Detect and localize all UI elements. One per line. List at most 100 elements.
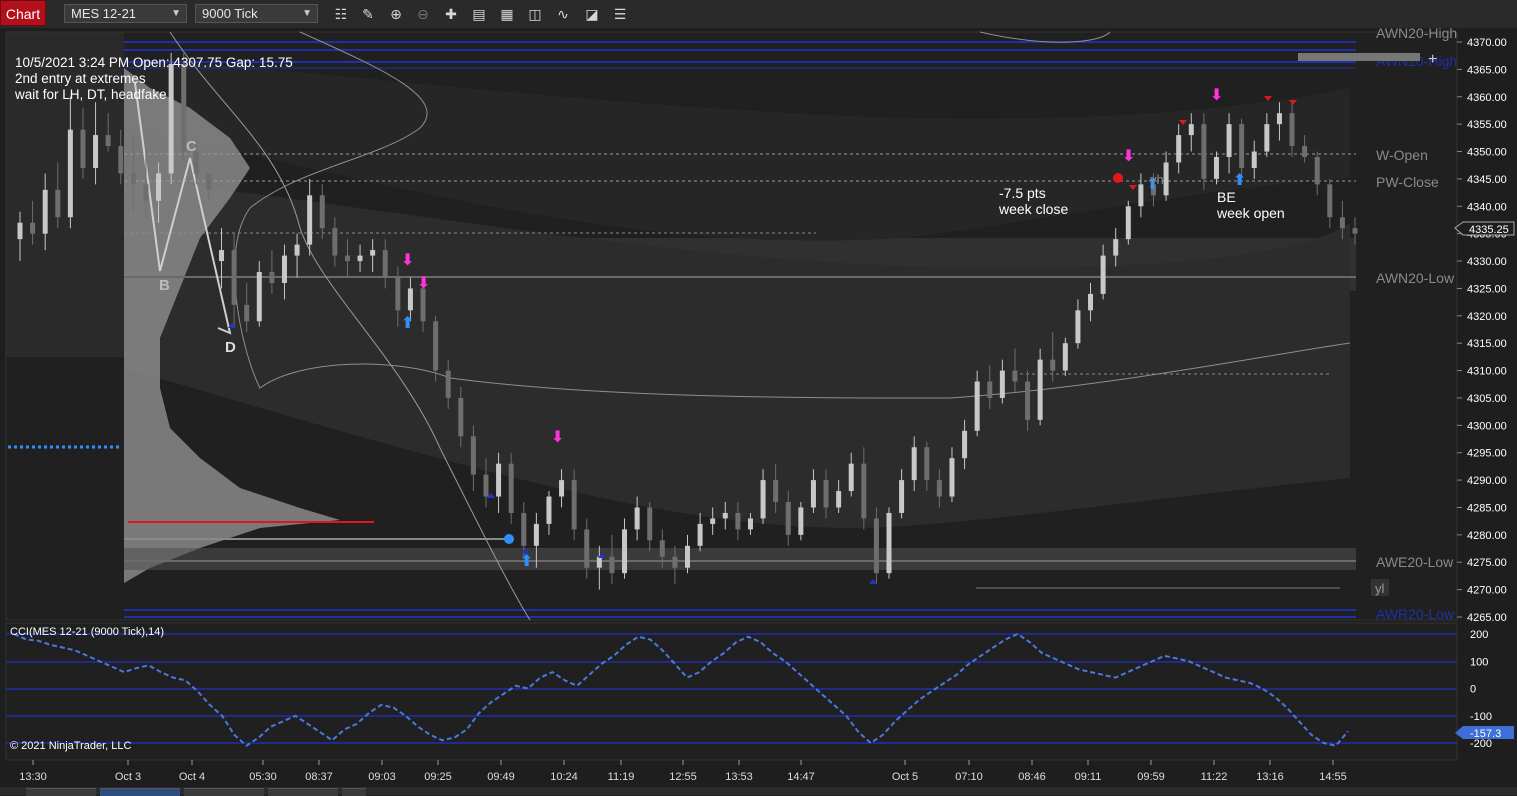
- candle-body: [319, 195, 325, 229]
- annotation-be-1: BE: [1217, 189, 1236, 205]
- price-axis-label: 4280.00: [1467, 530, 1507, 542]
- scroll-box[interactable]: [1298, 53, 1420, 61]
- chevron-down-icon: ▼: [171, 8, 181, 19]
- level-awr20-low: AWR20-Low: [1376, 606, 1455, 622]
- chart-tab[interactable]: Chart: [0, 0, 46, 26]
- interval-selector[interactable]: 9000 Tick ▼: [195, 4, 318, 23]
- chart-trader-icon[interactable]: ◪: [582, 4, 602, 24]
- menu-icon[interactable]: ☰: [610, 4, 630, 24]
- candle-body: [886, 512, 892, 574]
- time-axis-label: 07:10: [955, 771, 983, 783]
- cci-axis-label: -100: [1470, 711, 1492, 723]
- chart-canvas[interactable]: B C D ⬇⬇⬇⬇⬇⬆⬆⬆ ⬆ 10/5/2021 3:24 PM Open: …: [0, 28, 1517, 787]
- time-axis-label: 11:19: [608, 771, 635, 783]
- candle-body: [659, 540, 665, 557]
- crosshair-icon[interactable]: ✚: [441, 4, 461, 24]
- candle-body: [571, 480, 577, 530]
- candle-body: [193, 151, 199, 174]
- cci-current-marker: -157.3: [1470, 728, 1501, 740]
- price-axis-label: 4285.00: [1467, 502, 1507, 514]
- candle-body: [609, 556, 615, 574]
- time-axis-label: 09:59: [1137, 771, 1165, 783]
- candle-body: [1226, 124, 1232, 157]
- candle-body: [143, 184, 149, 201]
- instrument-selector[interactable]: MES 12-21 ▼: [64, 4, 187, 23]
- time-axis-label: Oct 4: [179, 771, 205, 783]
- candle-body: [470, 436, 476, 475]
- candle-body: [1339, 217, 1345, 229]
- candle-body: [67, 129, 73, 218]
- plus-icon[interactable]: +: [1428, 51, 1437, 68]
- time-axis-label: 09:03: [368, 771, 396, 783]
- candle-body: [1100, 255, 1106, 294]
- candle-body: [42, 189, 48, 234]
- time-axis-label: 12:55: [669, 771, 697, 783]
- time-axis-label: 08:46: [1018, 771, 1046, 783]
- cci-title: CCI(MES 12-21 (9000 Tick),14): [10, 626, 164, 638]
- candle-body: [118, 146, 124, 174]
- price-axis-label: 4360.00: [1467, 92, 1507, 104]
- candle-body: [1201, 124, 1207, 179]
- candle-body: [458, 397, 464, 437]
- level-pw-close: PW-Close: [1376, 174, 1439, 190]
- zoom-in-icon[interactable]: ⊕: [386, 4, 406, 24]
- price-axis-label: 4350.00: [1467, 147, 1507, 159]
- candle-body: [785, 502, 791, 535]
- candle-body: [332, 228, 338, 256]
- level-awn20-low: AWN20-Low: [1376, 270, 1455, 286]
- time-axis-label: Oct 5: [892, 771, 918, 783]
- candle-body: [747, 518, 753, 530]
- candle-body: [999, 370, 1005, 398]
- candle-body: [168, 63, 174, 174]
- candle-body: [17, 222, 23, 240]
- price-axis-label: 4275.00: [1467, 557, 1507, 569]
- stop-dot-icon: [1113, 173, 1123, 183]
- candle-body: [130, 173, 136, 185]
- candle-body: [697, 523, 703, 546]
- candle-body: [445, 370, 451, 398]
- candle-body: [206, 173, 212, 190]
- info-note-2: wait for LH, DT, headfake: [14, 87, 167, 102]
- candle-body: [1037, 359, 1043, 420]
- candle-body: [546, 496, 552, 524]
- bars-type-icon[interactable]: ☷: [331, 4, 351, 24]
- zoom-out-icon[interactable]: ⊖: [413, 4, 433, 24]
- candle-body: [1050, 359, 1056, 371]
- chart-toolbar: Chart MES 12-21 ▼ 9000 Tick ▼ ☷ ✎ ⊕ ⊖ ✚ …: [0, 0, 1517, 29]
- candle-body: [1025, 381, 1031, 420]
- price-axis-label: 4305.00: [1467, 393, 1507, 405]
- time-axis-label: 11:22: [1201, 771, 1228, 783]
- time-axis-label: 13:16: [1256, 771, 1284, 783]
- candle-body: [105, 135, 111, 147]
- pencil-draw-icon[interactable]: ✎: [358, 4, 378, 24]
- candle-body: [1062, 343, 1068, 371]
- time-axis-label: Oct 3: [115, 771, 141, 783]
- strategies-icon[interactable]: ◫: [525, 4, 545, 24]
- annotation-be-2: week open: [1216, 205, 1285, 221]
- time-axis-label: 05:30: [249, 771, 277, 783]
- candle-body: [596, 556, 602, 568]
- indicators-icon[interactable]: ∿: [553, 4, 573, 24]
- pattern-label-b: B: [159, 277, 170, 294]
- price-axis-label: 4290.00: [1467, 475, 1507, 487]
- candle-body: [823, 480, 829, 508]
- data-box-icon[interactable]: ▤: [469, 4, 489, 24]
- level-awn20-high: AWN20-High: [1376, 28, 1457, 41]
- candle-body: [344, 255, 350, 262]
- candle-body: [533, 523, 539, 546]
- chart-properties-icon[interactable]: ▦: [497, 4, 517, 24]
- chevron-down-icon: ▼: [302, 8, 312, 19]
- sell-arrow-icon: ⬇: [551, 429, 564, 446]
- price-axis-label: 4315.00: [1467, 338, 1507, 350]
- candle-body: [1163, 162, 1169, 196]
- price-axis-label: 4330.00: [1467, 256, 1507, 268]
- buy-arrow-icon: ⬆: [1233, 172, 1246, 189]
- candle-body: [962, 430, 968, 459]
- candle-body: [433, 321, 439, 371]
- candle-body: [307, 195, 313, 245]
- candle-body: [911, 447, 917, 481]
- candle-body: [685, 545, 690, 568]
- copyright-text: © 2021 NinjaTrader, LLC: [10, 740, 131, 752]
- time-axis-label: 08:37: [305, 771, 333, 783]
- candle-body: [836, 491, 842, 508]
